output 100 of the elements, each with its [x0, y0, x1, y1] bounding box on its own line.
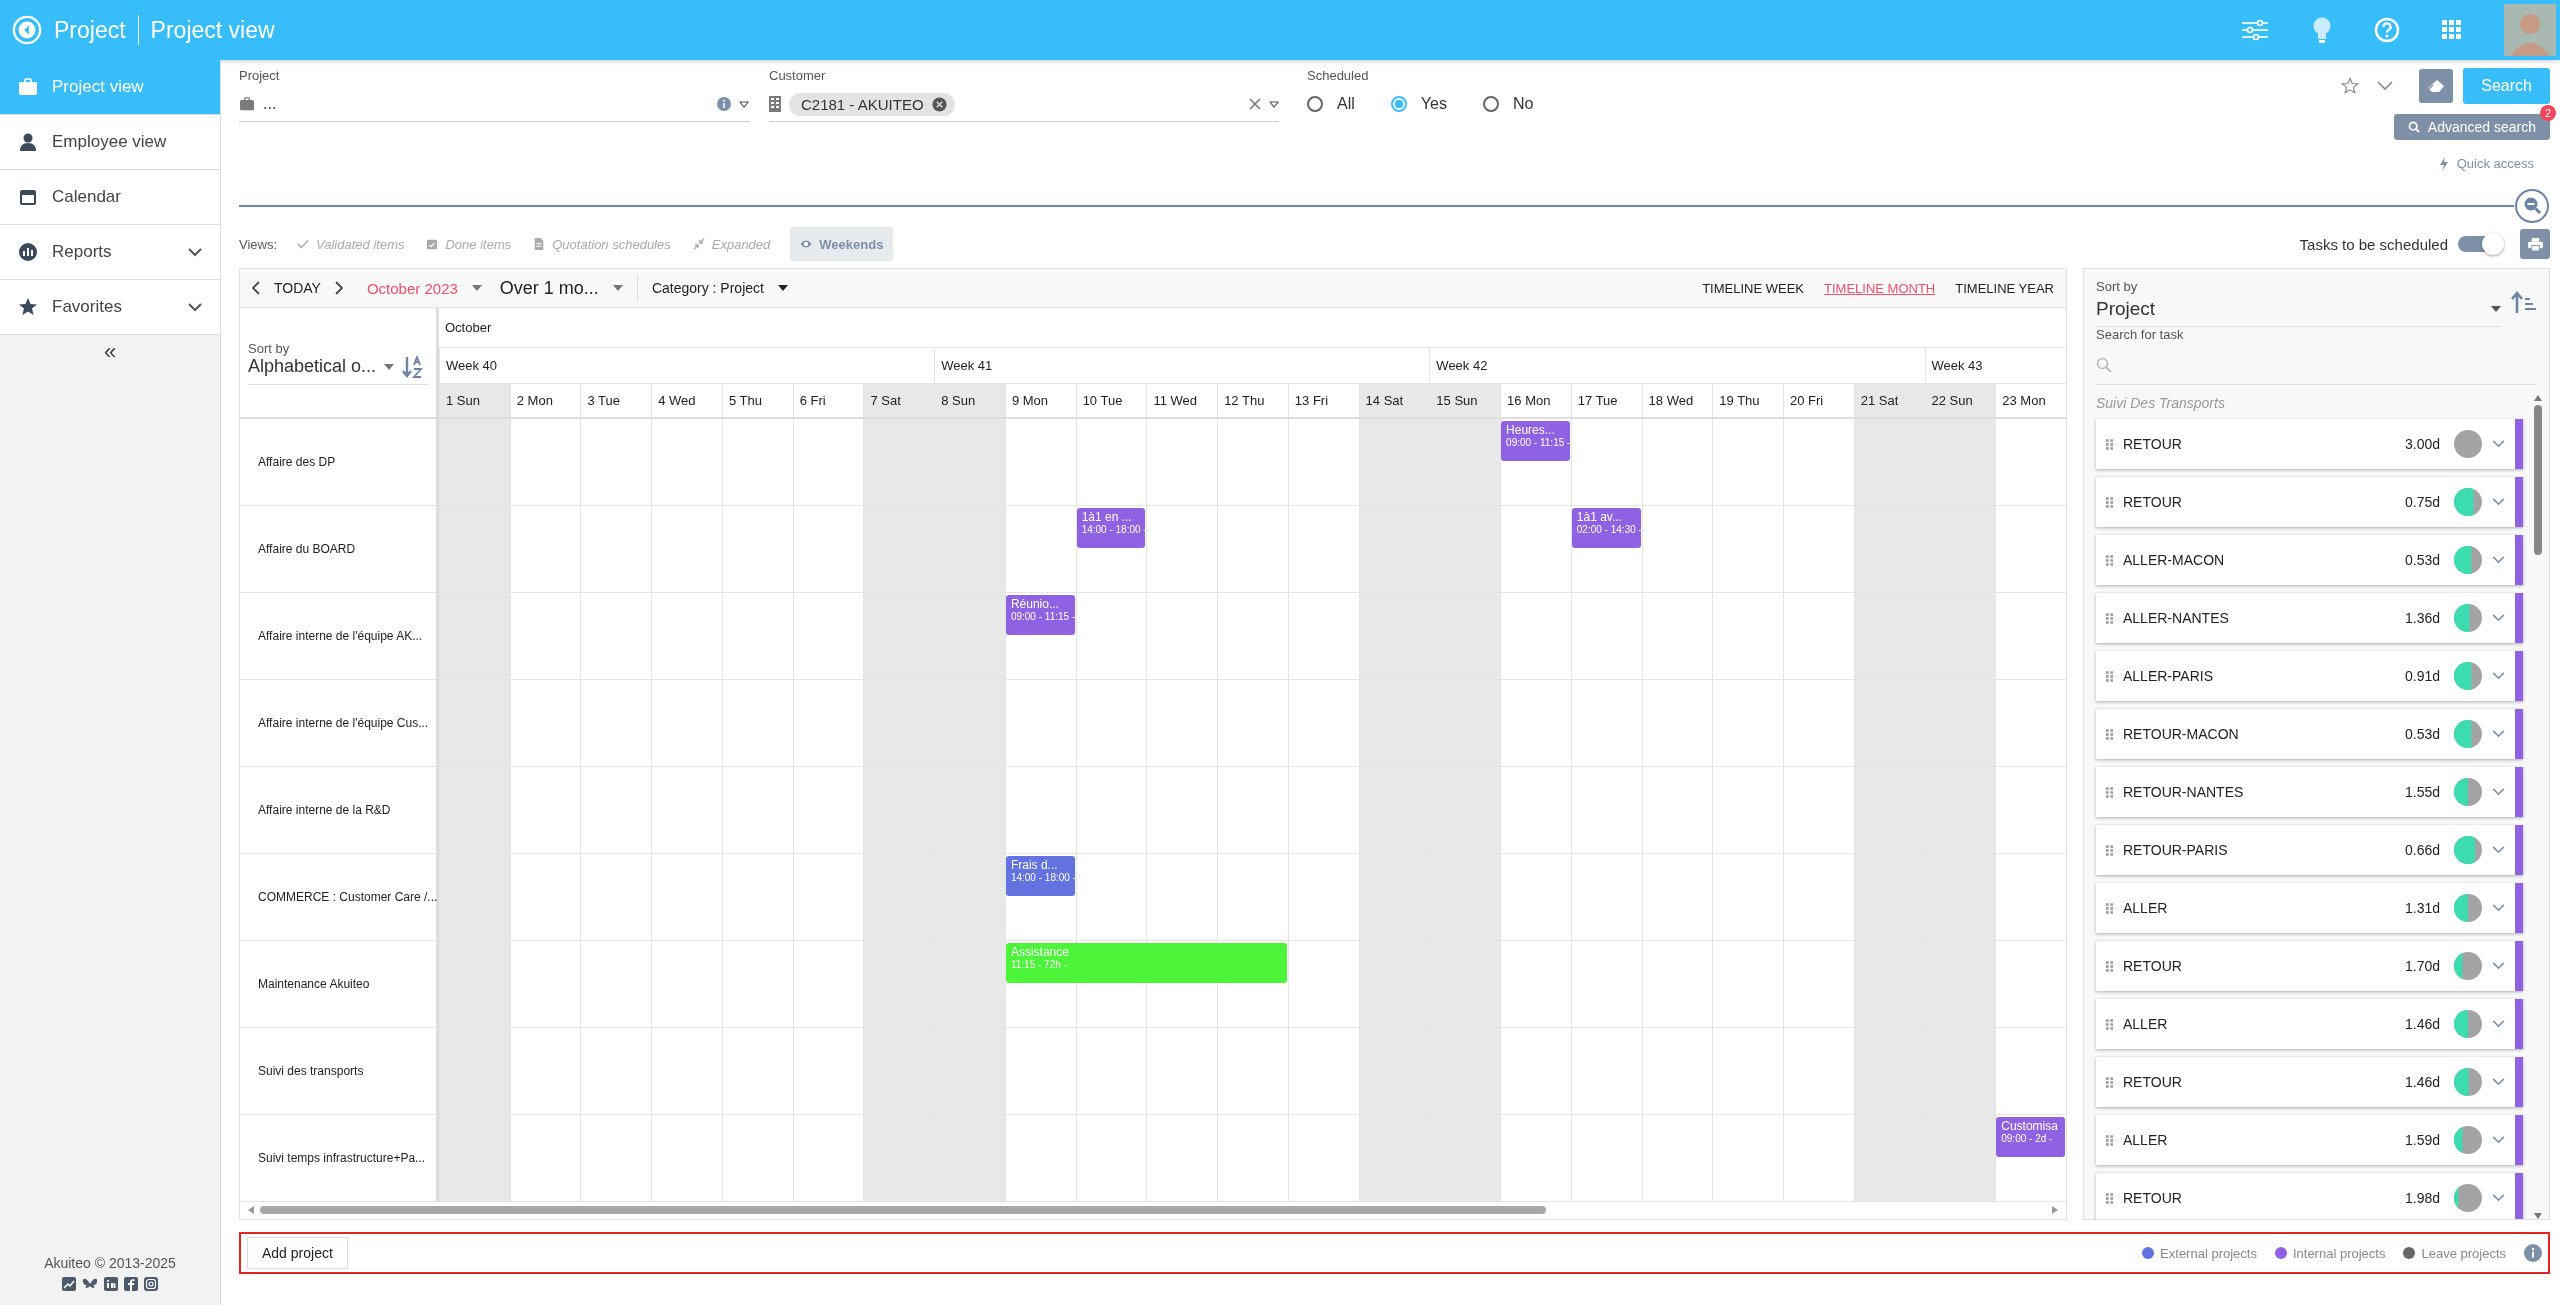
drag-handle-icon[interactable]: [2106, 554, 2113, 566]
task-card[interactable]: RETOUR-NANTES 1.55d: [2096, 767, 2523, 817]
category-dropdown[interactable]: Category : Project: [651, 280, 764, 297]
facebook-icon[interactable]: [124, 1277, 138, 1291]
task-card[interactable]: ALLER-NANTES 1.36d: [2096, 593, 2523, 643]
drag-handle-icon[interactable]: [2106, 786, 2113, 798]
task-card[interactable]: ALLER 1.31d: [2096, 883, 2523, 933]
chevron-down-icon[interactable]: [2492, 846, 2505, 854]
nav-item[interactable]: Employee view: [0, 115, 220, 170]
collapse-sidebar-button[interactable]: «: [103, 339, 117, 365]
task-card[interactable]: RETOUR 1.98d: [2096, 1173, 2523, 1219]
drag-handle-icon[interactable]: [2106, 1134, 2113, 1146]
range-dropdown[interactable]: Over 1 mo...: [499, 277, 599, 299]
project-field[interactable]: ...: [239, 89, 749, 122]
drag-handle-icon[interactable]: [2106, 1076, 2113, 1088]
chevron-down-icon[interactable]: [2492, 614, 2505, 622]
calendar-event[interactable]: Customisa 09:00 - 2d -: [1996, 1116, 2065, 1157]
info-icon[interactable]: [2524, 1244, 2542, 1262]
drag-handle-icon[interactable]: [2106, 960, 2113, 972]
scroll-left-icon[interactable]: [248, 1206, 254, 1215]
radio-option[interactable]: No: [1482, 95, 1534, 113]
task-card[interactable]: ALLER 1.59d: [2096, 1115, 2523, 1165]
chevron-down-icon[interactable]: [2492, 1020, 2505, 1028]
view-mode-tab[interactable]: TIMELINE YEAR: [1955, 280, 2054, 296]
calendar-event[interactable]: 1à1 en ... 14:00 - 18:00 -: [1076, 507, 1146, 548]
star-icon[interactable]: [2341, 77, 2360, 95]
calendar-event[interactable]: Heures... 09:00 - 11:15 -: [1501, 420, 1570, 461]
add-project-button[interactable]: Add project: [247, 1237, 348, 1269]
today-button[interactable]: TODAY: [274, 280, 321, 297]
calendar-event[interactable]: 1à1 av... 02:00 - 14:30 -: [1571, 507, 1641, 548]
task-card[interactable]: ALLER-PARIS 0.91d: [2096, 651, 2523, 701]
eraser-button[interactable]: [2419, 69, 2454, 103]
chevron-down-icon[interactable]: [2492, 788, 2505, 796]
chevron-down-icon[interactable]: [2492, 556, 2505, 564]
dropdown-icon[interactable]: [739, 100, 749, 108]
sort-dropdown[interactable]: Project: [2096, 298, 2156, 320]
dropdown-icon[interactable]: [1269, 100, 1279, 108]
nav-item[interactable]: Favorites: [0, 280, 220, 335]
radio-button[interactable]: [1482, 96, 1499, 112]
camera-icon[interactable]: [144, 1277, 158, 1291]
next-icon[interactable]: [334, 281, 343, 296]
task-card[interactable]: RETOUR 1.70d: [2096, 941, 2523, 991]
task-card[interactable]: ALLER-MACON 0.53d: [2096, 535, 2523, 585]
task-card[interactable]: RETOUR 1.46d: [2096, 1057, 2523, 1107]
radio-option[interactable]: All: [1307, 95, 1355, 113]
drag-handle-icon[interactable]: [2106, 438, 2113, 450]
previous-icon[interactable]: [252, 281, 260, 296]
sort-dropdown[interactable]: Alphabetical o...: [248, 356, 377, 378]
drag-handle-icon[interactable]: [2106, 728, 2113, 740]
customer-field[interactable]: C2181 - AKUITEO: [769, 89, 1279, 122]
chevron-down-icon[interactable]: [2492, 962, 2505, 970]
nav-item[interactable]: Reports: [0, 225, 220, 280]
print-button[interactable]: [2520, 229, 2550, 259]
info-icon[interactable]: [717, 97, 731, 111]
chevron-down-icon[interactable]: [2492, 672, 2505, 680]
radio-option[interactable]: Yes: [1390, 95, 1447, 113]
scrollbar-thumb[interactable]: [2534, 405, 2542, 555]
radio-button[interactable]: [1390, 96, 1407, 112]
drag-handle-icon[interactable]: [2106, 1018, 2113, 1030]
drag-handle-icon[interactable]: [2106, 844, 2113, 856]
clear-icon[interactable]: [1249, 98, 1261, 110]
chevron-down-icon[interactable]: [2492, 1194, 2505, 1202]
chevron-down-icon[interactable]: [2492, 730, 2505, 738]
task-card[interactable]: RETOUR-PARIS 0.66d: [2096, 825, 2523, 875]
chevron-down-icon[interactable]: [2492, 1136, 2505, 1144]
sort-alpha-icon[interactable]: [402, 355, 425, 378]
lightbulb-icon[interactable]: [2312, 16, 2332, 44]
scroll-down-icon[interactable]: [2534, 1213, 2542, 1219]
remove-icon[interactable]: [931, 96, 947, 112]
chevron-down-icon[interactable]: [2492, 904, 2505, 912]
zoom-out-icon[interactable]: [2514, 188, 2550, 224]
linkedin-icon[interactable]: [104, 1277, 118, 1291]
drag-handle-icon[interactable]: [2106, 1192, 2113, 1204]
butterfly-icon[interactable]: [82, 1277, 98, 1291]
toggle-switch[interactable]: [2458, 236, 2502, 252]
sort-ascending-icon[interactable]: [2511, 291, 2537, 315]
task-card[interactable]: RETOUR 0.75d: [2096, 477, 2523, 527]
chevron-down-icon[interactable]: [2492, 1078, 2505, 1086]
view-mode-tab[interactable]: TIMELINE WEEK: [1702, 280, 1805, 296]
scroll-up-icon[interactable]: [2534, 395, 2542, 401]
apps-grid-icon[interactable]: [2442, 20, 2462, 40]
chevron-down-icon[interactable]: [2377, 81, 2394, 91]
task-card[interactable]: RETOUR 3.00d: [2096, 419, 2523, 469]
task-card[interactable]: ALLER 1.46d: [2096, 999, 2523, 1049]
trend-icon[interactable]: [62, 1277, 76, 1291]
scrollbar-thumb[interactable]: [260, 1206, 1546, 1215]
chevron-down-icon[interactable]: [2492, 440, 2505, 448]
drag-handle-icon[interactable]: [2106, 670, 2113, 682]
help-icon[interactable]: [2374, 17, 2400, 43]
drag-handle-icon[interactable]: [2106, 902, 2113, 914]
chevron-down-icon[interactable]: [2492, 498, 2505, 506]
sliders-icon[interactable]: [2240, 18, 2270, 42]
scroll-right-icon[interactable]: [2052, 1206, 2058, 1215]
drag-handle-icon[interactable]: [2106, 612, 2113, 624]
radio-button[interactable]: [1307, 96, 1323, 112]
nav-item[interactable]: Calendar: [0, 170, 220, 225]
drag-handle-icon[interactable]: [2106, 496, 2113, 508]
task-card[interactable]: RETOUR-MACON 0.53d: [2096, 709, 2523, 759]
calendar-event[interactable]: Frais d... 14:00 - 18:00 -: [1005, 855, 1075, 896]
calendar-event[interactable]: Réunio... 09:00 - 11:15 -: [1005, 594, 1075, 635]
